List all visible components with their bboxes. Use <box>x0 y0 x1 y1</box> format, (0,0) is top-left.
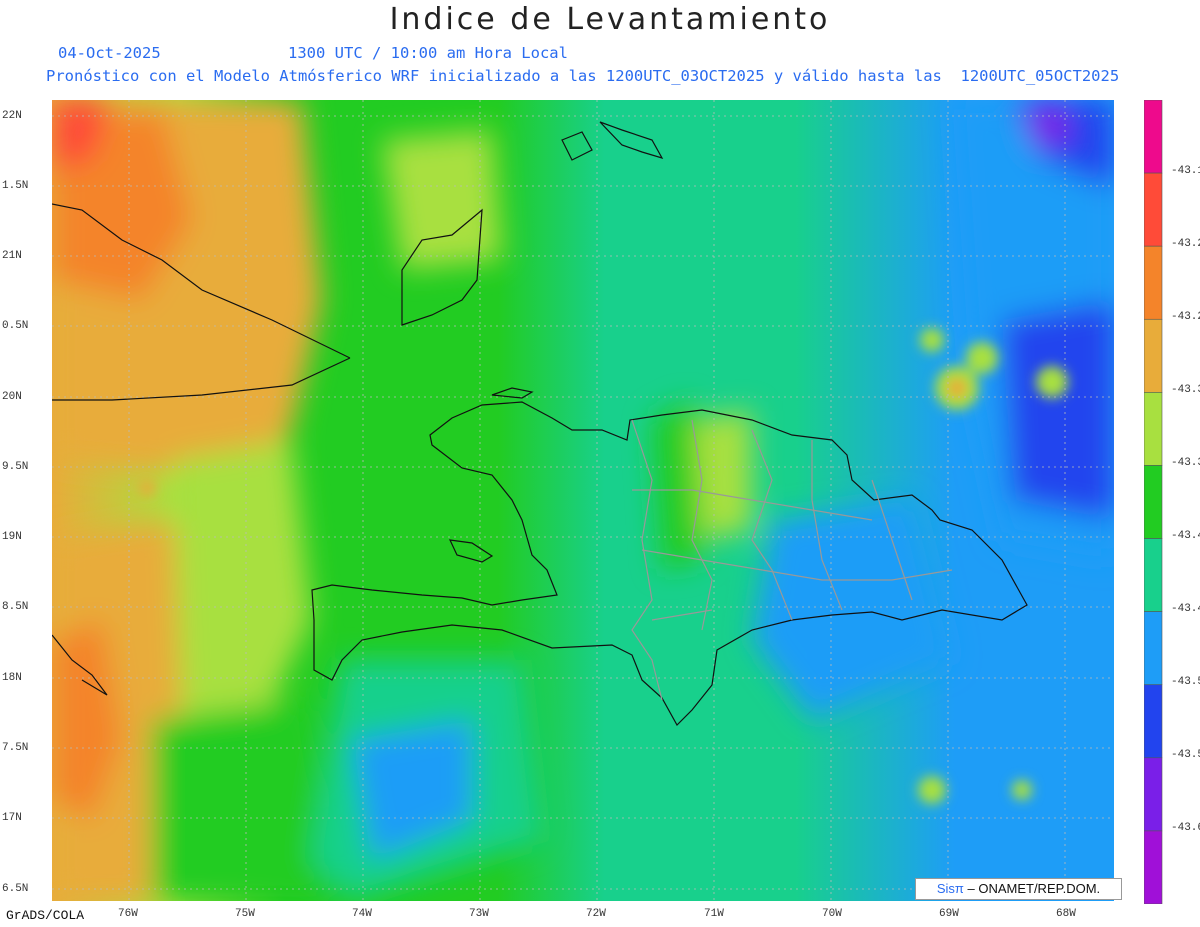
colorbar-swatch <box>1144 684 1163 759</box>
lon-tick-label: 74W <box>352 908 372 920</box>
lat-tick-label: 8.5N <box>2 601 29 613</box>
lon-tick-label: 75W <box>235 908 255 920</box>
map-title: Indice de Levantamiento <box>389 2 831 37</box>
lon-tick-label: 68W <box>1056 908 1076 920</box>
colorbar <box>1144 100 1163 904</box>
colorbar-swatch <box>1144 757 1163 832</box>
lat-tick-label: 21N <box>2 250 22 262</box>
colorbar-swatch <box>1144 611 1163 686</box>
lat-tick-label: 22N <box>2 110 22 122</box>
lat-tick-label: 20N <box>2 391 22 403</box>
sispi-logo: Sisπ <box>936 881 964 896</box>
lat-tick-label: 7.5N <box>2 742 29 754</box>
lon-tick-label: 76W <box>118 908 138 920</box>
lon-tick-label: 71W <box>704 908 724 920</box>
colorbar-swatch <box>1144 830 1163 904</box>
lon-tick-label: 70W <box>822 908 842 920</box>
colorbar-label: -43.2 <box>1171 238 1200 250</box>
colorbar-label: -43.3 <box>1171 457 1200 469</box>
lat-tick-label: 0.5N <box>2 320 29 332</box>
colorbar-swatch <box>1144 465 1163 539</box>
lat-tick-label: 19N <box>2 531 22 543</box>
colorbar-swatch <box>1144 538 1163 612</box>
lifted-index-map <box>52 100 1114 901</box>
colorbar-label: -43.2 <box>1171 311 1200 323</box>
credit-box: Sisπ – ONAMET/REP.DOM. <box>915 878 1122 900</box>
colorbar-swatch <box>1144 392 1163 466</box>
lon-tick-label: 72W <box>586 908 606 920</box>
colorbar-swatch <box>1144 172 1163 247</box>
colorbar-label: -43.3 <box>1171 384 1200 396</box>
lon-tick-label: 69W <box>939 908 959 920</box>
lat-tick-label: 17N <box>2 812 22 824</box>
colorbar-swatch <box>1144 100 1163 174</box>
forecast-time: 1300 UTC / 10:00 am Hora Local <box>288 44 568 62</box>
colorbar-label: -43.5 <box>1171 749 1200 761</box>
software-credit: GrADS/COLA <box>6 908 85 923</box>
lat-tick-label: 6.5N <box>2 883 29 895</box>
colorbar-label: -43.5 <box>1171 676 1200 688</box>
model-description: Pronóstico con el Modelo Atmósferico WRF… <box>46 67 1120 85</box>
colorbar-swatch <box>1144 245 1163 320</box>
colorbar-label: -43.6 <box>1171 822 1200 834</box>
colorbar-label: -43.1 <box>1171 165 1200 177</box>
credit-text: – ONAMET/REP.DOM. <box>967 881 1101 896</box>
colorbar-label: -43.4 <box>1171 603 1200 615</box>
lat-tick-label: 1.5N <box>2 180 29 192</box>
colorbar-label: -43.4 <box>1171 530 1200 542</box>
lat-tick-label: 18N <box>2 672 22 684</box>
colorbar-swatch <box>1144 318 1163 393</box>
lat-tick-label: 9.5N <box>2 461 29 473</box>
lon-tick-label: 73W <box>469 908 489 920</box>
forecast-date: 04-Oct-2025 <box>58 44 161 62</box>
